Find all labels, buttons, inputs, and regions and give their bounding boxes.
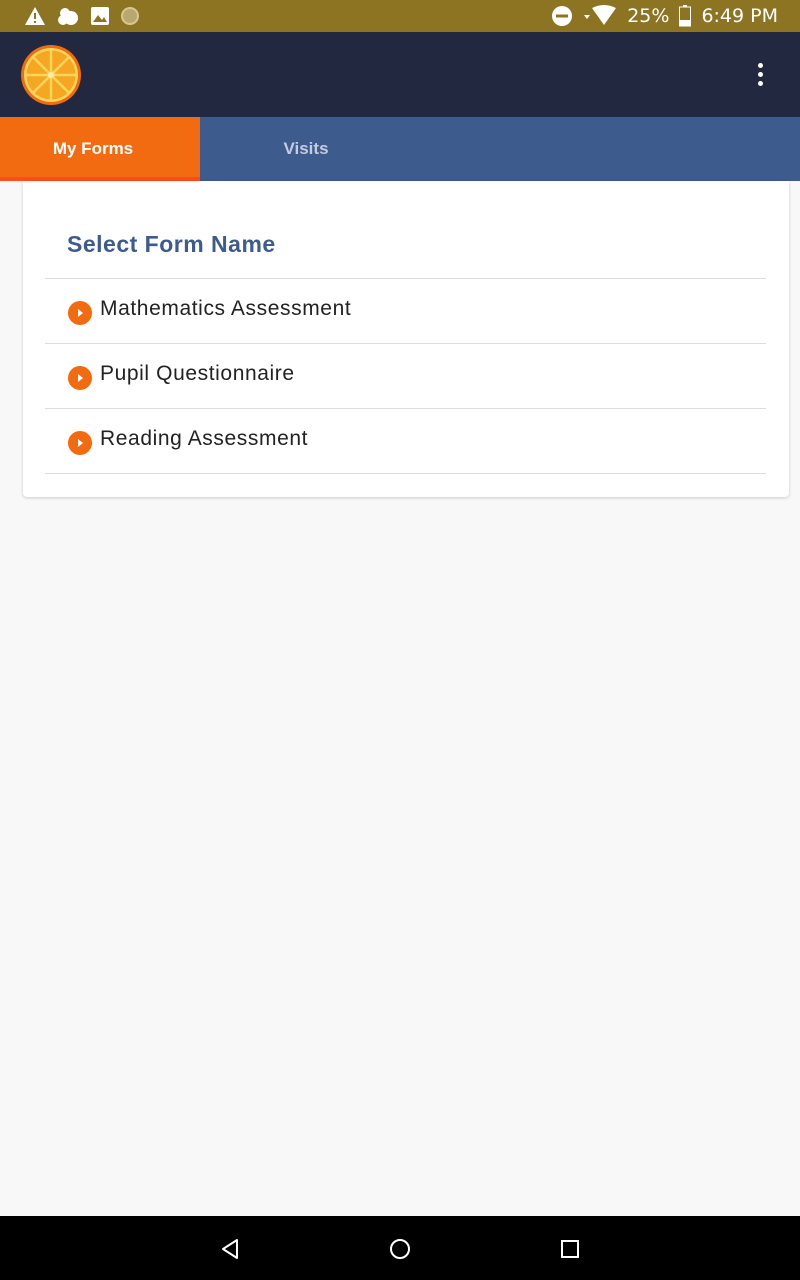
wifi-icon xyxy=(583,5,617,27)
recents-icon[interactable] xyxy=(555,1234,585,1264)
status-left xyxy=(24,5,140,27)
tab-bar: My Forms Visits xyxy=(0,117,800,181)
tab-visits[interactable]: Visits xyxy=(200,117,412,181)
do-not-disturb-icon xyxy=(551,5,573,27)
menu-dot xyxy=(757,81,763,86)
form-item-label: Mathematics Assessment xyxy=(100,297,352,320)
status-right: 25% 6:49 PM xyxy=(551,5,778,27)
navigation-bar xyxy=(0,1216,800,1280)
form-item-label: Reading Assessment xyxy=(100,427,309,450)
form-item-pupil-questionnaire[interactable]: Pupil Questionnaire xyxy=(45,344,766,408)
play-circle-icon xyxy=(68,366,92,390)
battery-icon xyxy=(679,5,692,27)
tab-my-forms[interactable]: My Forms xyxy=(0,117,200,181)
card-title: Select Form Name xyxy=(67,231,276,257)
status-bar: 25% 6:49 PM xyxy=(0,0,800,32)
warning-icon xyxy=(24,6,46,26)
form-item-label: Pupil Questionnaire xyxy=(100,362,295,385)
menu-dot xyxy=(757,72,763,77)
play-circle-icon xyxy=(68,431,92,455)
form-item-mathematics-assessment[interactable]: Mathematics Assessment xyxy=(45,279,766,343)
clock: 6:49 PM xyxy=(701,5,778,27)
weather-icon xyxy=(56,5,80,27)
overflow-menu-icon[interactable] xyxy=(746,55,774,95)
back-icon[interactable] xyxy=(215,1234,245,1264)
home-icon[interactable] xyxy=(385,1234,415,1264)
circle-icon xyxy=(120,6,140,26)
play-circle-icon xyxy=(68,301,92,325)
divider xyxy=(45,473,766,474)
form-list-card: Select Form Name Mathematics Assessment … xyxy=(23,181,789,497)
app-bar xyxy=(0,32,800,117)
form-item-reading-assessment[interactable]: Reading Assessment xyxy=(45,409,766,473)
image-icon xyxy=(90,6,110,26)
menu-dot xyxy=(757,63,763,68)
battery-percent: 25% xyxy=(627,5,670,27)
orange-slice-logo xyxy=(20,44,82,106)
